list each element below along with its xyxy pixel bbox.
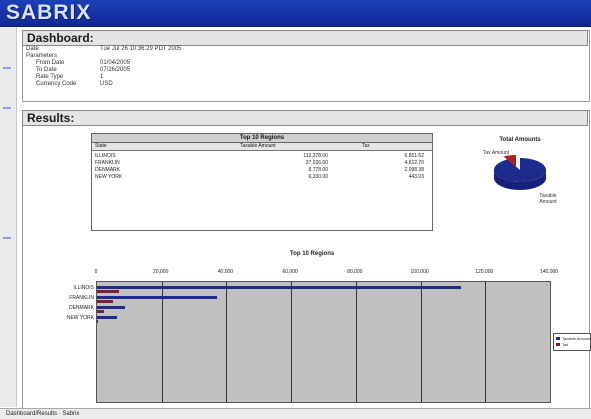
bar-tax [97, 310, 104, 313]
gridline [161, 282, 163, 402]
left-rail [0, 27, 17, 407]
table-header: State Taxable Amount Tax [92, 143, 432, 151]
x-tick-label: 140,000 [539, 269, 559, 275]
x-tick-label: 20,000 [153, 269, 169, 275]
legend-swatch-taxable [556, 337, 560, 340]
rail-marker [3, 67, 11, 69]
cell-tax: 443.03 [408, 174, 424, 180]
chart-title: Top 10 Regions [290, 251, 335, 257]
x-tick-label: 40,000 [217, 269, 234, 275]
cell-taxable: 6,330.00 [308, 174, 328, 180]
cell-tax: 4,812.70 [404, 160, 424, 166]
y-category-label: NEW YORK [66, 315, 94, 321]
total-amounts-pie [494, 155, 546, 190]
legend-swatch-tax [556, 343, 560, 346]
pie-label-taxable: Taxable Amount [539, 193, 557, 205]
results-title: Results: [22, 110, 588, 126]
y-category-label: ILLINOIS [73, 285, 94, 291]
table-row: FRANKLIN 37,026.00 4,812.70 [92, 160, 432, 167]
bar-taxable [97, 286, 461, 289]
table-row: DENMARK 8,778.00 2,098.38 [92, 167, 432, 174]
legend-label-taxable: Taxable Amount [562, 336, 591, 341]
x-tick-label: 120,000 [475, 269, 494, 275]
bar-tax [97, 290, 120, 293]
gridline [291, 282, 293, 402]
x-tick-label: 0 [94, 269, 98, 275]
status-bar: Dashboard/Results · Sabrix [0, 408, 591, 419]
x-tick-label: 60,000 [282, 269, 298, 275]
table-row: NEW YORK 6,330.00 443.03 [92, 174, 432, 181]
parameter-label: Rate Type [36, 74, 64, 80]
bar-chart-plot [96, 281, 551, 403]
sabrix-logo: SABRIX [6, 1, 92, 24]
parameter-label: Date [26, 46, 39, 52]
bar-taxable [97, 296, 217, 299]
header-bar: SABRIX [0, 0, 591, 27]
bar-tax [97, 320, 99, 323]
parameter-label: Currency Code [36, 81, 77, 87]
gridline [355, 282, 357, 402]
rail-marker [3, 107, 11, 109]
y-category-label: FRANKLIN [69, 295, 94, 301]
rail-marker [3, 237, 11, 239]
column-header-state: State [95, 143, 107, 149]
parameter-value: 07/26/2005 [100, 67, 131, 73]
chart-legend: Taxable Amount Tax [553, 333, 591, 351]
gridline [420, 282, 422, 402]
parameter-label: From Date [36, 60, 65, 66]
column-header-taxable: Taxable Amount [240, 143, 276, 149]
cell-taxable: 8,778.00 [308, 167, 328, 173]
parameter-value: 01/04/2005 [100, 60, 131, 66]
cell-state: NEW YORK [95, 174, 123, 180]
parameter-label: Parameters [26, 53, 58, 59]
pie-label-tax: Tax Amount [482, 150, 510, 156]
cell-tax: 2,098.38 [404, 167, 424, 173]
cell-state: DENMARK [95, 167, 121, 173]
dashboard-title: Dashboard: [22, 30, 588, 46]
gridline [226, 282, 228, 402]
cell-state: FRANKLIN [95, 160, 120, 166]
y-category-label: DENMARK [68, 305, 94, 311]
gridline [485, 282, 487, 402]
bar-tax [97, 300, 113, 303]
bar-taxable [97, 316, 118, 319]
cell-taxable: 37,026.00 [305, 160, 328, 166]
pie-slice-taxable [494, 158, 546, 182]
parameter-value: USD [100, 81, 113, 87]
cell-state: ILLINOIS [95, 153, 116, 159]
parameter-value: Tue Jul 26 10:36:29 PDT 2005 [100, 46, 182, 52]
pie-title: Total Amounts [499, 137, 541, 143]
cell-tax: 6,851.62 [404, 153, 424, 159]
parameter-label: To Date [36, 67, 57, 73]
bar-taxable [97, 306, 126, 309]
table-row: ILLINOIS 112,378.00 6,851.62 [92, 153, 432, 160]
legend-label-tax: Tax [562, 342, 569, 347]
parameter-value: 1 [100, 74, 104, 80]
column-header-tax: Tax [362, 143, 370, 149]
x-tick-label: 100,000 [410, 269, 429, 275]
top-regions-table: Top 10 Regions State Taxable Amount Tax … [91, 133, 433, 231]
x-tick-label: 80,000 [347, 269, 363, 275]
cell-taxable: 112,378.00 [303, 153, 328, 159]
table-title: Top 10 Regions [92, 134, 432, 143]
